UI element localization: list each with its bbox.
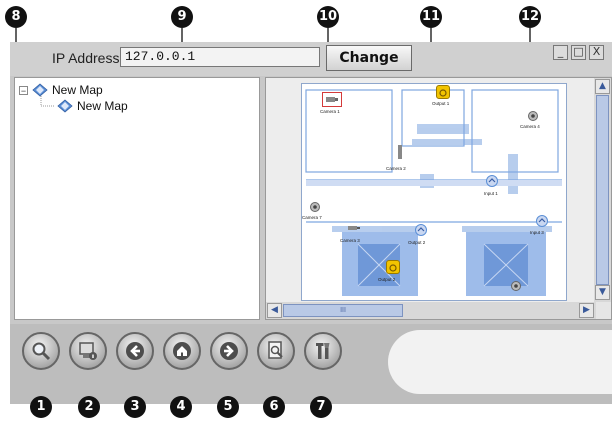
callout-3: 3: [124, 396, 146, 418]
callout-1: 1: [30, 396, 52, 418]
output-2-label: Output 2: [378, 277, 396, 282]
callout-4: 4: [170, 396, 192, 418]
bottom-bar-panel: [388, 330, 612, 394]
scroll-left-icon[interactable]: ◀: [267, 303, 282, 318]
callout-9: 9: [171, 6, 193, 28]
change-button[interactable]: Change: [326, 45, 412, 71]
camera-7-label: Camera 7: [302, 215, 322, 220]
horizontal-scrollbar[interactable]: ◀ III ▶: [266, 302, 596, 319]
camera-3-label: Camera 3: [340, 238, 360, 243]
scroll-right-icon[interactable]: ▶: [579, 303, 594, 318]
callout-8: 8: [5, 6, 27, 28]
camera-icon-1[interactable]: [322, 92, 342, 107]
tree-item-child-label: New Map: [77, 99, 128, 113]
arrow-left-icon: [126, 342, 144, 360]
camera-icon-7[interactable]: [309, 201, 321, 213]
input-3-label: Input 3: [530, 230, 544, 235]
page-search-icon: [268, 341, 283, 359]
camera-icon-2[interactable]: [396, 144, 404, 160]
scroll-up-icon[interactable]: ▲: [595, 79, 610, 94]
output-icon-2[interactable]: [386, 260, 400, 274]
tree-item-child[interactable]: New Map: [57, 99, 128, 113]
tools-icon: [316, 343, 330, 359]
input-icon-3[interactable]: [535, 214, 549, 228]
scroll-down-icon[interactable]: ▼: [595, 285, 610, 300]
ip-address-input[interactable]: 127.0.0.1: [120, 47, 320, 67]
minimize-button[interactable]: _: [553, 45, 568, 60]
tools-button[interactable]: [304, 332, 342, 370]
map-tree-panel: − New Map New Map: [14, 77, 260, 320]
maximize-button[interactable]: □: [571, 45, 586, 60]
camera-icon-4[interactable]: [527, 110, 539, 122]
map-view-panel: Camera 1 Output 1 Camera 4 Camera 2 Inpu…: [265, 77, 612, 320]
vertical-scrollbar[interactable]: ▲ ▼: [594, 78, 611, 302]
forward-button[interactable]: [210, 332, 248, 370]
magnifier-icon: [32, 342, 51, 361]
output-1-label: Output 1: [432, 101, 450, 106]
output-icon-2-mid[interactable]: [414, 223, 428, 237]
device-info-button[interactable]: [69, 332, 107, 370]
ip-address-label: IP Address: [52, 50, 120, 66]
toolbar: IP Address 127.0.0.1 Change _ □ X: [10, 42, 612, 76]
callout-11: 11: [420, 6, 442, 28]
close-button[interactable]: X: [589, 45, 604, 60]
map-canvas[interactable]: Camera 1 Output 1 Camera 4 Camera 2 Inpu…: [266, 78, 594, 302]
input-1-label: Input 1: [484, 191, 498, 196]
back-button[interactable]: [116, 332, 154, 370]
app-window: IP Address 127.0.0.1 Change _ □ X − New …: [10, 42, 612, 404]
camera-4-label: Camera 4: [520, 124, 540, 129]
horizontal-scroll-thumb[interactable]: III: [283, 304, 403, 317]
callout-12: 12: [519, 6, 541, 28]
page-search-button[interactable]: [257, 332, 295, 370]
floor-plan: Camera 1 Output 1 Camera 4 Camera 2 Inpu…: [301, 83, 567, 301]
vertical-scroll-thumb[interactable]: [596, 95, 609, 285]
search-button[interactable]: [22, 332, 60, 370]
home-button[interactable]: [163, 332, 201, 370]
map-node-icon: [57, 99, 73, 113]
callout-6: 6: [263, 396, 285, 418]
callout-2: 2: [78, 396, 100, 418]
bottom-navigation-bar: [10, 324, 612, 404]
camera-icon-bottom[interactable]: [510, 280, 522, 292]
output-icon-1[interactable]: [436, 85, 450, 99]
camera-2-label: Camera 2: [386, 166, 406, 171]
callout-7: 7: [310, 396, 332, 418]
callout-5: 5: [217, 396, 239, 418]
arrow-right-icon: [220, 342, 238, 360]
input-icon-1[interactable]: [485, 174, 499, 188]
callout-10: 10: [317, 6, 339, 28]
camera-1-label: Camera 1: [320, 109, 340, 114]
home-icon: [173, 342, 191, 360]
device-info-icon: [79, 342, 97, 360]
output-2-mid-label: Output 2: [408, 240, 426, 245]
camera-icon-3[interactable]: [346, 224, 362, 232]
